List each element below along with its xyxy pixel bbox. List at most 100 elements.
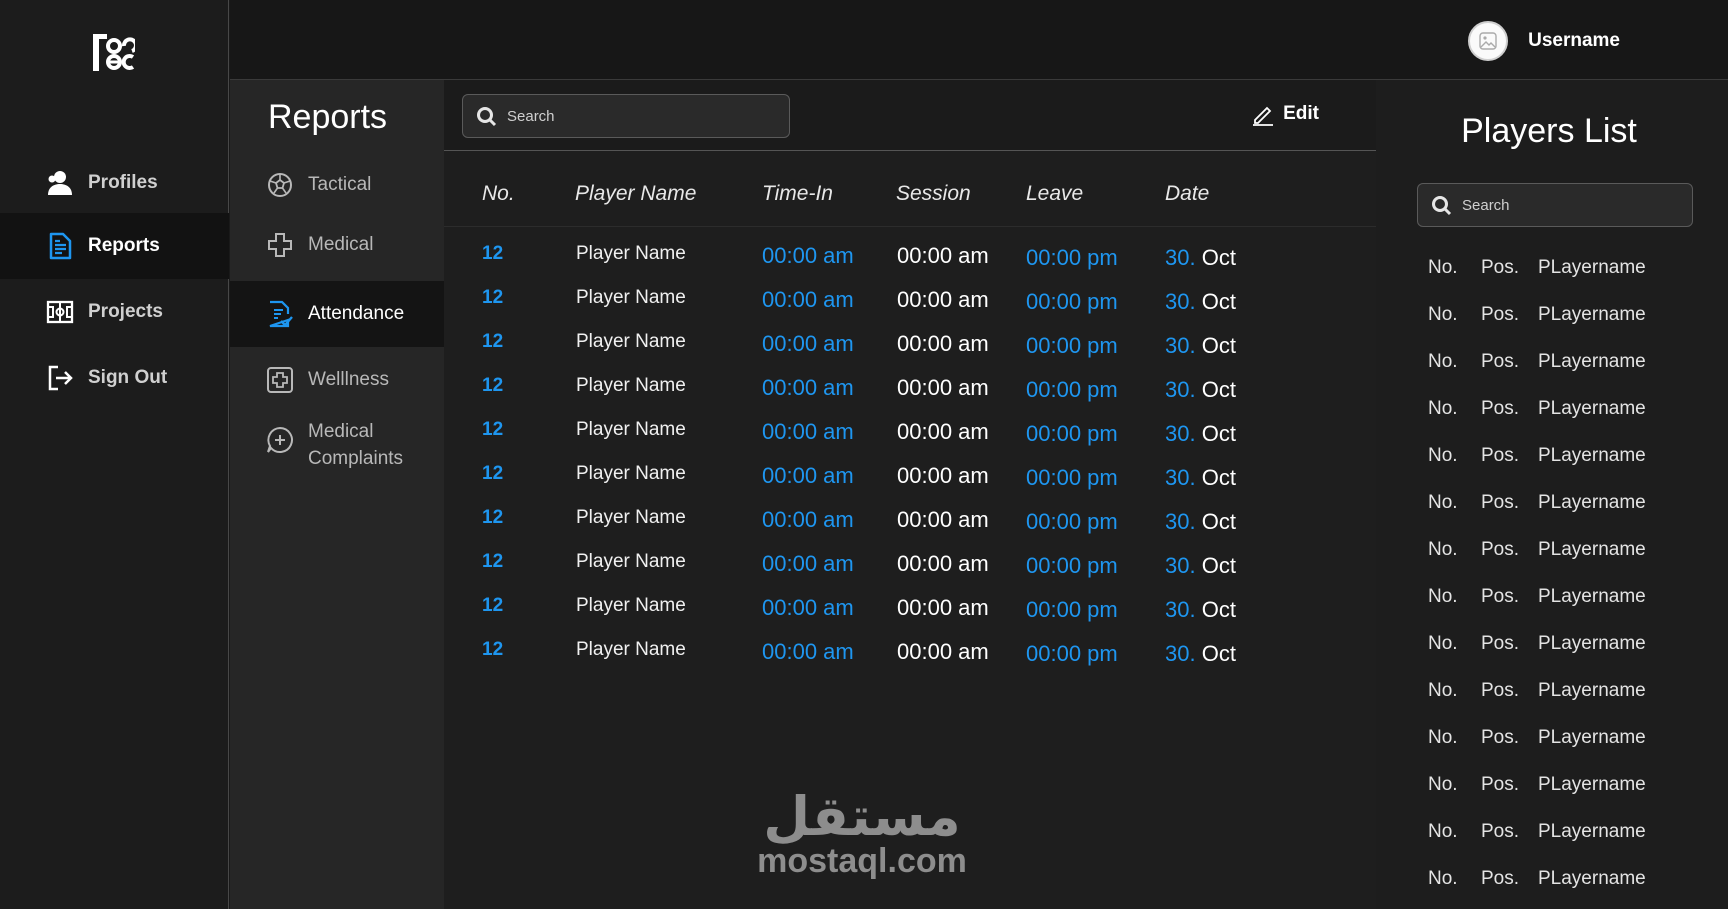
table-row[interactable]: 12 Player Name 00:00 am 00:00 am 00:00 p… <box>444 463 1376 507</box>
column-header-no: No. <box>482 182 515 205</box>
subnav-item-label: Tactical <box>308 174 372 195</box>
cell-player-name: Player Name <box>576 595 686 616</box>
cell-session: 00:00 am <box>897 463 989 488</box>
nav-item-reports[interactable]: Reports <box>0 213 229 279</box>
column-header-time-in: Time-In <box>762 182 833 205</box>
cell-date-day: 30. <box>1165 553 1196 578</box>
user-icon <box>48 171 72 195</box>
player-list-item[interactable]: No. Pos. PLayername <box>1428 774 1718 804</box>
pencil-icon <box>1253 106 1274 126</box>
cell-date-day: 30. <box>1165 245 1196 270</box>
cell-date-month: Oct <box>1201 333 1236 358</box>
table-row[interactable]: 12 Player Name 00:00 am 00:00 am 00:00 p… <box>444 419 1376 463</box>
cell-session: 00:00 am <box>897 331 989 356</box>
table-row[interactable]: 12 Player Name 00:00 am 00:00 am 00:00 p… <box>444 287 1376 331</box>
player-pos: Pos. <box>1481 351 1520 372</box>
cell-session: 00:00 am <box>897 507 989 532</box>
player-pos: Pos. <box>1481 586 1520 607</box>
table-header: No. Player Name Time-In Session Leave Da… <box>444 178 1376 227</box>
player-list-item[interactable]: No. Pos. PLayername <box>1428 633 1718 663</box>
cell-leave: 00:00 pm <box>1026 641 1118 666</box>
attendance-document-icon <box>269 300 293 328</box>
player-name: PLayername <box>1538 257 1646 278</box>
cell-session: 00:00 am <box>897 419 989 444</box>
nav-item-sign-out[interactable]: Sign Out <box>0 345 229 411</box>
player-list-item[interactable]: No. Pos. PLayername <box>1428 257 1718 287</box>
cell-date: 30. Oct <box>1165 245 1236 271</box>
table-row[interactable]: 12 Player Name 00:00 am 00:00 am 00:00 p… <box>444 551 1376 595</box>
nav-item-profiles[interactable]: Profiles <box>0 150 229 216</box>
player-list-item[interactable]: No. Pos. PLayername <box>1428 445 1718 475</box>
player-pos: Pos. <box>1481 821 1520 842</box>
main-sidebar: Profiles Reports Projects Sign Out <box>0 0 229 909</box>
player-list-item[interactable]: No. Pos. PLayername <box>1428 868 1718 898</box>
subnav-item-medical[interactable]: Medical <box>230 220 444 270</box>
player-list-item[interactable]: No. Pos. PLayername <box>1428 727 1718 757</box>
table-row[interactable]: 12 Player Name 00:00 am 00:00 am 00:00 p… <box>444 375 1376 419</box>
player-pos: Pos. <box>1481 774 1520 795</box>
edit-button[interactable]: Edit <box>1251 102 1319 126</box>
cell-leave: 00:00 pm <box>1026 245 1118 270</box>
player-list-item[interactable]: No. Pos. PLayername <box>1428 304 1718 334</box>
cell-date-day: 30. <box>1165 641 1196 666</box>
cell-session: 00:00 am <box>897 375 989 400</box>
cell-time-in: 00:00 am <box>762 551 854 576</box>
nav-item-label: Profiles <box>88 172 158 193</box>
cell-player-name: Player Name <box>576 331 686 352</box>
username: Username <box>1528 30 1620 51</box>
cell-no: 12 <box>482 463 504 484</box>
table-search-input[interactable] <box>507 107 757 125</box>
cell-player-name: Player Name <box>576 419 686 440</box>
cell-date: 30. Oct <box>1165 465 1236 491</box>
cell-date: 30. Oct <box>1165 597 1236 623</box>
player-no: No. <box>1428 398 1458 419</box>
subnav-item-label: Attendance <box>308 303 405 324</box>
player-list-item[interactable]: No. Pos. PLayername <box>1428 492 1718 522</box>
table-row[interactable]: 12 Player Name 00:00 am 00:00 am 00:00 p… <box>444 507 1376 551</box>
cell-leave: 00:00 pm <box>1026 509 1118 534</box>
search-icon <box>1432 196 1452 216</box>
player-list-item[interactable]: No. Pos. PLayername <box>1428 351 1718 381</box>
table-search[interactable] <box>462 94 790 138</box>
column-header-session: Session <box>896 182 971 205</box>
cell-no: 12 <box>482 375 504 396</box>
table-row[interactable]: 12 Player Name 00:00 am 00:00 am 00:00 p… <box>444 595 1376 639</box>
cell-date-day: 30. <box>1165 509 1196 534</box>
cell-player-name: Player Name <box>576 375 686 396</box>
cell-player-name: Player Name <box>576 287 686 308</box>
subnav-item-attendance[interactable]: Attendance <box>230 281 444 347</box>
subnav-item-wellness[interactable]: Welllness <box>230 355 444 405</box>
nav-item-projects[interactable]: Projects <box>0 279 229 345</box>
cell-player-name: Player Name <box>576 507 686 528</box>
player-pos: Pos. <box>1481 492 1520 513</box>
player-pos: Pos. <box>1481 257 1520 278</box>
table-row[interactable]: 12 Player Name 00:00 am 00:00 am 00:00 p… <box>444 243 1376 287</box>
image-placeholder-icon <box>1479 32 1497 50</box>
player-name: PLayername <box>1538 445 1646 466</box>
player-pos: Pos. <box>1481 539 1520 560</box>
table-row[interactable]: 12 Player Name 00:00 am 00:00 am 00:00 p… <box>444 639 1376 683</box>
players-search[interactable] <box>1417 183 1693 227</box>
player-list-item[interactable]: No. Pos. PLayername <box>1428 586 1718 616</box>
subnav-item-tactical[interactable]: Tactical <box>230 160 444 210</box>
subnav-item-label: Medical Complaints <box>308 421 404 469</box>
user-menu[interactable]: Username <box>1468 21 1620 61</box>
player-list-item[interactable]: No. Pos. PLayername <box>1428 539 1718 569</box>
player-pos: Pos. <box>1481 445 1520 466</box>
player-no: No. <box>1428 445 1458 466</box>
cell-leave: 00:00 pm <box>1026 553 1118 578</box>
player-list-item[interactable]: No. Pos. PLayername <box>1428 821 1718 851</box>
table-row[interactable]: 12 Player Name 00:00 am 00:00 am 00:00 p… <box>444 331 1376 375</box>
cell-date: 30. Oct <box>1165 641 1236 667</box>
edit-button-label: Edit <box>1283 103 1319 124</box>
cell-time-in: 00:00 am <box>762 595 854 620</box>
column-header-leave: Leave <box>1026 182 1084 205</box>
subnav-item-medical-complaints[interactable]: Medical Complaints <box>230 418 444 478</box>
player-no: No. <box>1428 539 1458 560</box>
player-list-item[interactable]: No. Pos. PLayername <box>1428 680 1718 710</box>
players-search-input[interactable] <box>1462 196 1662 214</box>
avatar[interactable] <box>1468 21 1509 61</box>
cell-no: 12 <box>482 551 504 572</box>
player-list-item[interactable]: No. Pos. PLayername <box>1428 398 1718 428</box>
player-no: No. <box>1428 633 1458 654</box>
